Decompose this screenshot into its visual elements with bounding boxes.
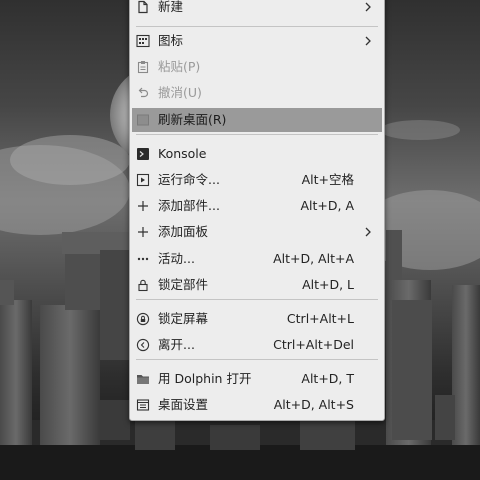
- menu-item-label: 桌面设置: [158, 397, 209, 412]
- menu-item-shortcut: Alt+D, Alt+A: [273, 251, 354, 266]
- menu-separator: [136, 26, 378, 27]
- menu-item[interactable]: 添加面板: [132, 220, 382, 244]
- menu-item[interactable]: 刷新桌面(R): [132, 108, 382, 132]
- menu-item[interactable]: 添加部件... Alt+D, A: [132, 194, 382, 218]
- menu-item-label: 粘贴(P): [158, 59, 201, 74]
- menu-item-label: 添加部件...: [158, 198, 220, 213]
- menu-item-label: 运行命令...: [158, 172, 220, 187]
- menu-item-shortcut: Alt+D, L: [302, 277, 354, 292]
- menu-item[interactable]: 图标: [132, 29, 382, 53]
- menu-separator: [136, 134, 378, 135]
- submenu-arrow-icon: [362, 35, 374, 47]
- menu-item-shortcut: Alt+空格: [301, 172, 354, 187]
- clipboard-paste-icon: [136, 60, 150, 74]
- menu-item[interactable]: 桌面设置 Alt+D, Alt+S: [132, 393, 382, 417]
- menu-item-label: 锁定部件: [158, 277, 209, 292]
- submenu-arrow-icon: [362, 226, 374, 238]
- menu-item-label: 新建: [158, 0, 184, 14]
- icons-view-icon: [136, 34, 150, 48]
- desktop-context-menu: 新建图标粘贴(P) 撤消(U) 刷新桌面(R) Konsole 运行命令... Alt+空…: [129, 0, 385, 421]
- menu-item[interactable]: 运行命令... Alt+空格: [132, 168, 382, 192]
- menu-separator: [136, 359, 378, 360]
- new-document-icon: [136, 0, 150, 14]
- menu-item-shortcut: Alt+D, T: [301, 371, 354, 386]
- menu-item-shortcut: Alt+D, A: [300, 198, 354, 213]
- menu-item-label: 离开...: [158, 337, 195, 352]
- menu-item-label: 刷新桌面(R): [158, 112, 227, 127]
- menu-item-shortcut: Ctrl+Alt+L: [286, 311, 354, 326]
- menu-item-shortcut: Ctrl+Alt+Del: [273, 337, 354, 352]
- lock-icon: [136, 278, 150, 292]
- menu-item-label: 撤消(U): [158, 85, 202, 100]
- activities-icon: [136, 252, 150, 266]
- desktop-settings-icon: [136, 398, 150, 412]
- menu-item[interactable]: 新建: [132, 0, 382, 19]
- leave-icon: [136, 338, 150, 352]
- menu-item: 粘贴(P): [132, 55, 382, 79]
- submenu-arrow-icon: [362, 1, 374, 13]
- refresh-icon: [136, 113, 150, 127]
- menu-item[interactable]: 锁定屏幕 Ctrl+Alt+L: [132, 307, 382, 331]
- menu-item-label: 图标: [158, 33, 184, 48]
- menu-item[interactable]: 离开... Ctrl+Alt+Del: [132, 333, 382, 357]
- plus-icon: [136, 199, 150, 213]
- menu-item: 撤消(U): [132, 81, 382, 105]
- menu-separator: [136, 299, 378, 300]
- run-command-icon: [136, 173, 150, 187]
- menu-item-label: Konsole: [158, 146, 207, 161]
- menu-item[interactable]: 活动... Alt+D, Alt+A: [132, 247, 382, 271]
- menu-item-label: 用 Dolphin 打开: [158, 371, 252, 386]
- menu-item-label: 锁定屏幕: [158, 311, 209, 326]
- plus-icon: [136, 225, 150, 239]
- folder-icon: [136, 372, 150, 386]
- menu-item-shortcut: Alt+D, Alt+S: [273, 397, 354, 412]
- menu-item[interactable]: Konsole: [132, 142, 382, 166]
- undo-icon: [136, 86, 150, 100]
- lock-screen-icon: [136, 312, 150, 326]
- menu-item-label: 活动...: [158, 251, 195, 266]
- menu-item[interactable]: 用 Dolphin 打开 Alt+D, T: [132, 367, 382, 391]
- menu-item-label: 添加面板: [158, 224, 209, 239]
- menu-item[interactable]: 锁定部件 Alt+D, L: [132, 273, 382, 297]
- terminal-icon: [136, 147, 150, 161]
